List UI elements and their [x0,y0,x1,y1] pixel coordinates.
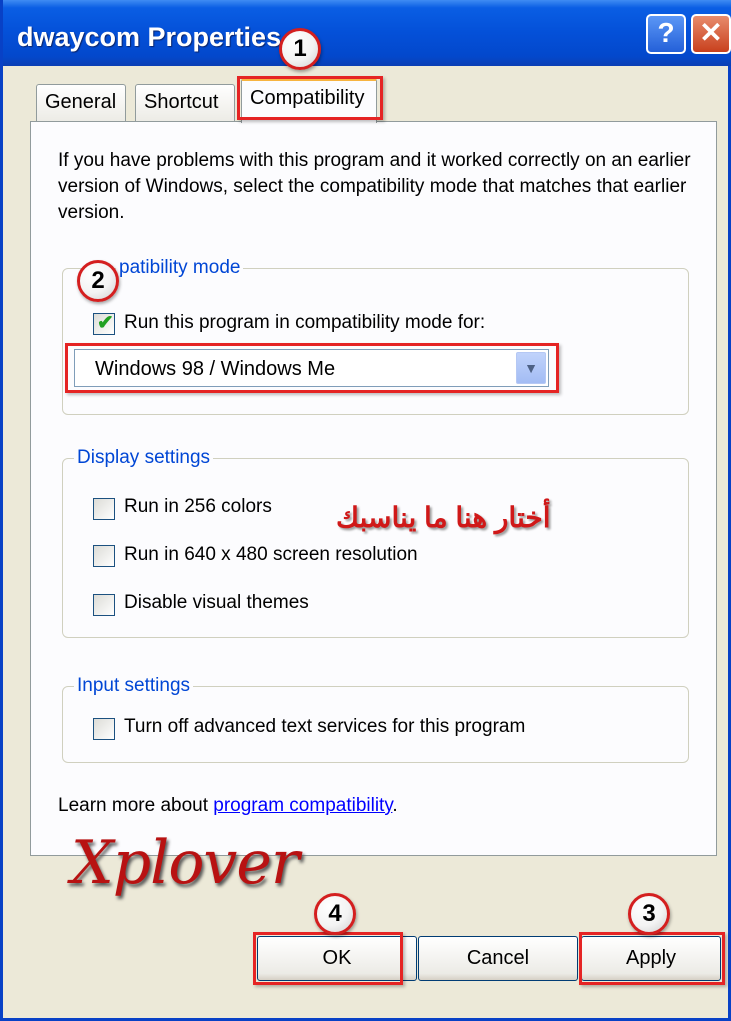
properties-dialog: dwaycom Properties ? ✕ 1 General Shortcu… [0,0,731,1021]
label-256-colors: Run in 256 colors [124,496,272,517]
checkbox-text-services[interactable] [93,718,115,740]
help-icon: ? [657,17,675,48]
label-640x480: Run in 640 x 480 screen resolution [124,544,418,565]
label-text-services: Turn off advanced text services for this… [124,716,526,737]
highlight-mode-select [65,343,559,393]
close-button[interactable]: ✕ [691,14,731,54]
learn-more-text: Learn more about program compatibility. [58,795,398,817]
arabic-annotation: أختار هنا ما يناسبك [336,502,551,533]
check-icon: ✔ [97,312,114,334]
close-icon: ✕ [699,17,723,48]
tab-general[interactable]: General [36,84,126,122]
compatibility-mode-checkbox[interactable]: ✔ [93,312,115,335]
brand-watermark: Xplover [71,828,300,898]
step-marker-3: 3 [628,893,670,935]
tab-shortcut[interactable]: Shortcut [135,84,235,122]
input-settings-title: Input settings [74,675,194,697]
help-button[interactable]: ? [646,14,686,54]
checkbox-640x480[interactable] [93,545,115,567]
window-title: dwaycom Properties [17,22,282,52]
checkbox-disable-themes[interactable] [93,594,115,616]
compatibility-mode-label: Run this program in compatibility mode f… [124,312,486,333]
step-marker-2: 2 [77,260,119,302]
learn-more-suffix: . [392,795,398,816]
highlight-ok-button [253,932,403,985]
step-marker-1: 1 [279,28,321,70]
intro-text: If you have problems with this program a… [58,150,691,223]
step-marker-4: 4 [314,893,356,935]
title-bar[interactable]: dwaycom Properties ? ✕ [3,0,731,66]
program-compatibility-link[interactable]: program compatibility [213,795,392,816]
learn-more-prefix: Learn more about [58,795,214,816]
cancel-button[interactable]: Cancel [418,936,578,981]
label-disable-themes: Disable visual themes [124,592,309,613]
checkbox-256-colors[interactable] [93,498,115,520]
highlight-compatibility-tab [237,76,383,120]
compatibility-mode-title: patibility mode [116,257,244,279]
display-settings-title: Display settings [74,447,214,469]
highlight-apply-button [579,932,725,985]
